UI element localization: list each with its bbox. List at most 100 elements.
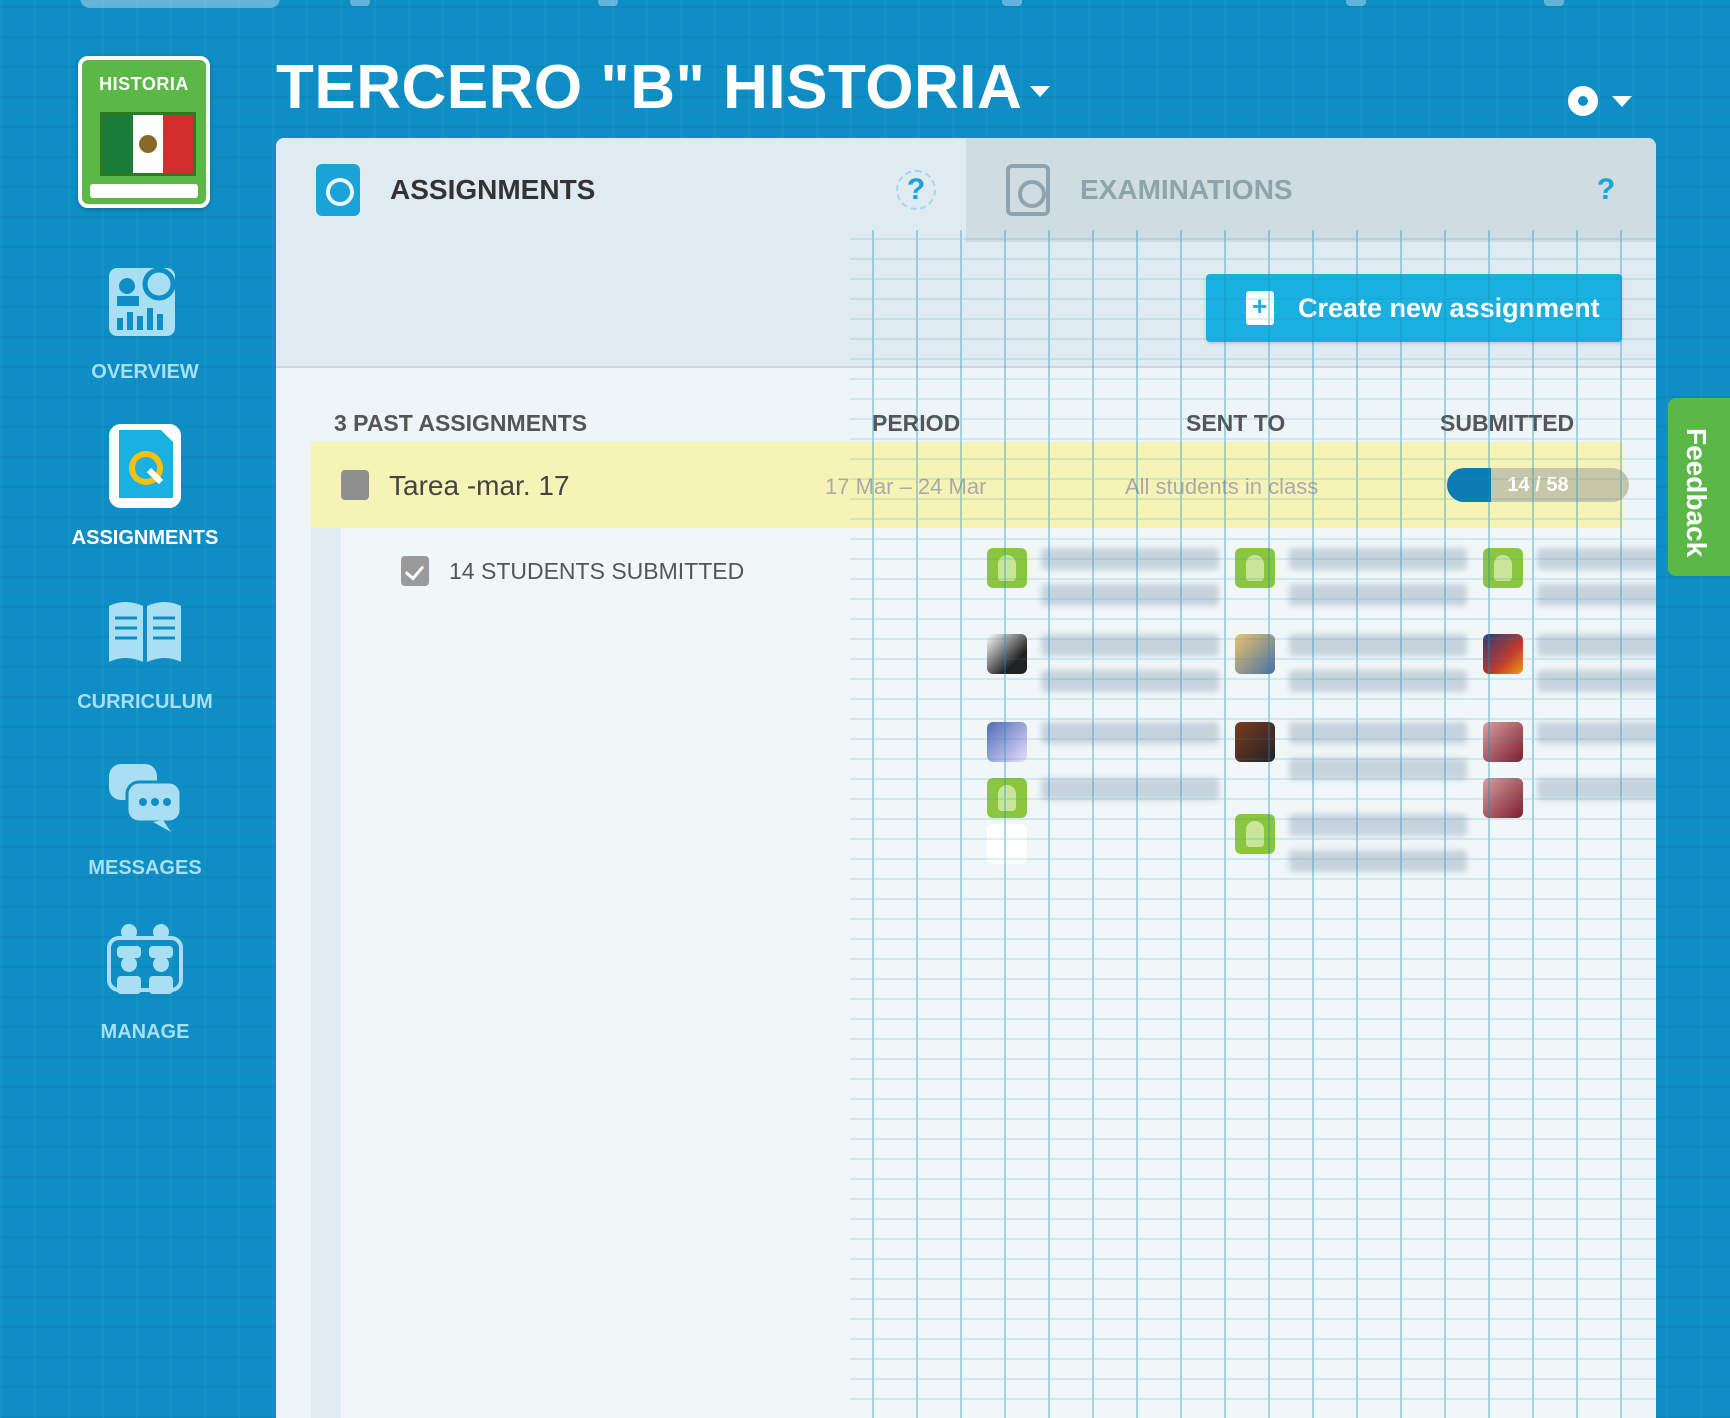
tab-examinations[interactable]: EXAMINATIONS ? bbox=[966, 138, 1656, 242]
sidebar-item-label: MANAGE bbox=[100, 1021, 190, 1043]
detail-content: 14 STUDENTS SUBMITTED bbox=[341, 528, 1656, 1418]
assignment-title: Tarea -mar. 17 bbox=[389, 470, 570, 501]
progress-label: 14 / 58 bbox=[1507, 474, 1569, 496]
assignment-icon bbox=[341, 470, 369, 500]
assignment-period: 17 Mar – 24 Mar bbox=[825, 474, 987, 499]
avatar bbox=[987, 778, 1027, 818]
list-header: 3 PAST ASSIGNMENTS PERIOD SENT TO SUBMIT… bbox=[276, 398, 1656, 442]
student-item[interactable] bbox=[987, 548, 1219, 620]
sidebar-item-curriculum[interactable]: CURRICULUM bbox=[0, 592, 290, 714]
student-item[interactable] bbox=[987, 634, 1219, 706]
avatar bbox=[1483, 778, 1523, 818]
assignments-panel: ASSIGNMENTS ? EXAMINATIONS ? Create new … bbox=[276, 138, 1656, 1418]
student-name-blurred bbox=[1289, 548, 1467, 620]
student-name-blurred bbox=[1041, 722, 1219, 762]
student-name-blurred bbox=[1041, 778, 1219, 818]
avatar bbox=[987, 634, 1027, 674]
create-assignment-button[interactable]: Create new assignment bbox=[1206, 274, 1622, 342]
course-badge-label: HISTORIA bbox=[99, 74, 189, 94]
sidebar-item-assignments[interactable]: ASSIGNMENTS bbox=[0, 424, 290, 550]
sidebar-item-label: CURRICULUM bbox=[77, 691, 213, 713]
course-badge[interactable]: HISTORIA bbox=[78, 56, 210, 208]
chevron-down-icon bbox=[1030, 86, 1051, 98]
student-item[interactable] bbox=[1483, 778, 1656, 818]
assignment-icon bbox=[316, 164, 360, 216]
student-item[interactable] bbox=[1235, 548, 1467, 620]
student-item[interactable] bbox=[987, 778, 1219, 818]
tab-assignments[interactable]: ASSIGNMENTS ? bbox=[276, 138, 966, 242]
detail-indent bbox=[311, 528, 341, 1418]
feedback-label: Feedback bbox=[1681, 428, 1712, 558]
student-name-blurred bbox=[1041, 548, 1219, 620]
student-name-blurred bbox=[1537, 548, 1656, 620]
avatar bbox=[1235, 548, 1275, 588]
help-icon[interactable]: ? bbox=[1586, 170, 1626, 210]
submission-progress: 14 / 58 bbox=[1447, 468, 1629, 502]
assignment-sent-to: All students in class bbox=[1125, 474, 1319, 499]
assignment-detail: 14 STUDENTS SUBMITTED bbox=[311, 528, 1656, 1418]
avatar bbox=[1235, 634, 1275, 674]
avatar bbox=[1483, 548, 1523, 588]
student-item[interactable] bbox=[1483, 634, 1656, 706]
overview-icon bbox=[109, 267, 176, 336]
avatar bbox=[1235, 722, 1275, 762]
gear-icon bbox=[1568, 86, 1598, 116]
student-name-blurred bbox=[1041, 634, 1219, 706]
student-item[interactable] bbox=[1235, 814, 1467, 886]
sidebar-item-messages[interactable]: MESSAGES bbox=[0, 758, 290, 880]
sidebar-item-label: MESSAGES bbox=[88, 857, 202, 879]
submitted-summary: 14 STUDENTS SUBMITTED bbox=[401, 556, 744, 586]
nav-icon[interactable] bbox=[1002, 0, 1022, 6]
sidebar: HISTORIA OVERVIEW ASSIGNMENTS CURRICULUM… bbox=[0, 40, 290, 1418]
badge-book-edge bbox=[90, 184, 198, 198]
student-name-blurred bbox=[1537, 778, 1656, 818]
student-item[interactable] bbox=[1483, 548, 1656, 620]
checkbox-icon bbox=[401, 556, 429, 586]
examination-icon bbox=[1006, 164, 1050, 216]
student-item[interactable] bbox=[987, 824, 1027, 864]
tab-label: EXAMINATIONS bbox=[1080, 174, 1293, 205]
more-icon[interactable] bbox=[1544, 0, 1564, 6]
avatar bbox=[987, 548, 1027, 588]
column-period: PERIOD bbox=[872, 410, 961, 436]
student-item[interactable] bbox=[1483, 722, 1656, 762]
page-title: TERCERO "B" HISTORIA bbox=[276, 53, 1023, 122]
chevron-down-icon bbox=[1612, 95, 1632, 107]
sidebar-item-label: ASSIGNMENTS bbox=[71, 527, 219, 549]
tab-label: ASSIGNMENTS bbox=[390, 174, 596, 205]
help-icon[interactable]: ? bbox=[896, 170, 936, 210]
top-bar bbox=[0, 0, 1730, 12]
column-submitted: SUBMITTED bbox=[1440, 410, 1575, 436]
chat-bubbles-icon bbox=[109, 764, 183, 832]
student-name-blurred bbox=[1289, 634, 1467, 706]
student-item[interactable] bbox=[1235, 722, 1467, 794]
avatar bbox=[987, 722, 1027, 762]
mexico-flag-icon bbox=[100, 112, 196, 176]
student-name-blurred bbox=[1289, 814, 1467, 886]
sidebar-item-label: OVERVIEW bbox=[91, 361, 199, 383]
nav-icon[interactable] bbox=[598, 0, 618, 6]
tab-bar: ASSIGNMENTS ? EXAMINATIONS ? bbox=[276, 138, 1656, 242]
student-item[interactable] bbox=[987, 722, 1219, 762]
student-name-blurred bbox=[1537, 722, 1656, 762]
past-assignments-count: 3 PAST ASSIGNMENTS bbox=[334, 410, 588, 436]
user-avatar[interactable] bbox=[1346, 0, 1366, 6]
student-item[interactable] bbox=[1235, 634, 1467, 706]
create-assignment-label: Create new assignment bbox=[1298, 292, 1600, 323]
sidebar-item-manage[interactable]: MANAGE bbox=[0, 922, 290, 1044]
people-icon bbox=[107, 924, 183, 994]
settings-button[interactable] bbox=[1568, 86, 1632, 116]
avatar bbox=[1483, 722, 1523, 762]
feedback-tab[interactable]: Feedback bbox=[1668, 398, 1730, 576]
student-name-blurred bbox=[1289, 722, 1467, 794]
nav-icon[interactable] bbox=[350, 0, 370, 6]
assignment-icon bbox=[109, 424, 181, 508]
course-selector[interactable]: TERCERO "B" HISTORIA bbox=[276, 52, 1051, 123]
app-logo[interactable] bbox=[80, 0, 280, 8]
submitted-count-label: 14 STUDENTS SUBMITTED bbox=[449, 557, 745, 584]
avatar bbox=[987, 824, 1027, 864]
sidebar-item-overview[interactable]: OVERVIEW bbox=[0, 262, 290, 384]
book-icon bbox=[109, 602, 181, 662]
assignment-row[interactable]: Tarea -mar. 17 17 Mar – 24 Mar All stude… bbox=[311, 442, 1629, 528]
add-document-icon bbox=[1246, 291, 1274, 325]
